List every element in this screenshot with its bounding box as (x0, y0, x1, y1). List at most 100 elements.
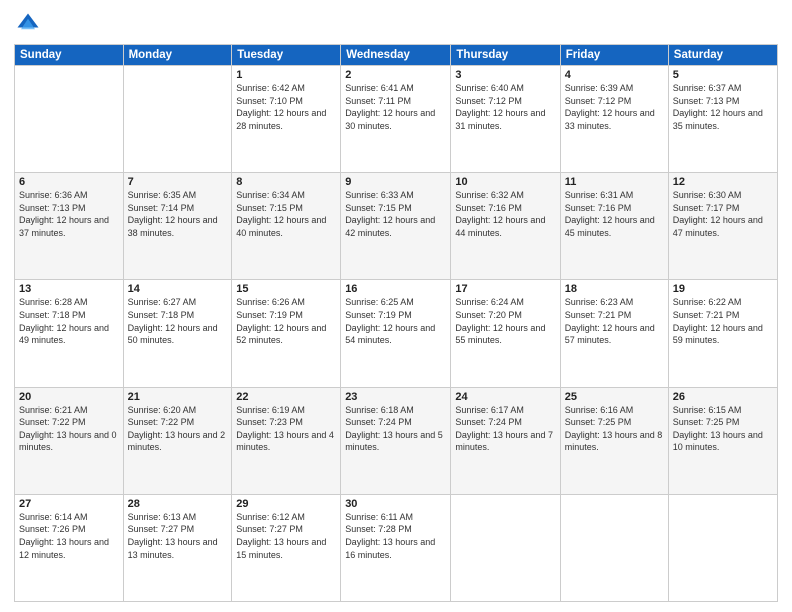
day-cell: 6Sunrise: 6:36 AM Sunset: 7:13 PM Daylig… (15, 173, 124, 280)
day-cell: 5Sunrise: 6:37 AM Sunset: 7:13 PM Daylig… (668, 66, 777, 173)
day-header-sunday: Sunday (15, 45, 124, 66)
day-number: 19 (673, 283, 773, 295)
day-cell: 25Sunrise: 6:16 AM Sunset: 7:25 PM Dayli… (560, 387, 668, 494)
day-cell: 27Sunrise: 6:14 AM Sunset: 7:26 PM Dayli… (15, 494, 124, 601)
day-cell: 12Sunrise: 6:30 AM Sunset: 7:17 PM Dayli… (668, 173, 777, 280)
day-header-friday: Friday (560, 45, 668, 66)
day-number: 27 (19, 498, 119, 510)
calendar-table: SundayMondayTuesdayWednesdayThursdayFrid… (14, 44, 778, 602)
day-number: 23 (345, 391, 446, 403)
day-detail: Sunrise: 6:30 AM Sunset: 7:17 PM Dayligh… (673, 189, 773, 239)
day-number: 11 (565, 176, 664, 188)
day-cell: 26Sunrise: 6:15 AM Sunset: 7:25 PM Dayli… (668, 387, 777, 494)
day-header-tuesday: Tuesday (232, 45, 341, 66)
day-detail: Sunrise: 6:32 AM Sunset: 7:16 PM Dayligh… (455, 189, 555, 239)
day-cell: 18Sunrise: 6:23 AM Sunset: 7:21 PM Dayli… (560, 280, 668, 387)
calendar-header: SundayMondayTuesdayWednesdayThursdayFrid… (15, 45, 778, 66)
day-detail: Sunrise: 6:36 AM Sunset: 7:13 PM Dayligh… (19, 189, 119, 239)
day-header-wednesday: Wednesday (341, 45, 451, 66)
day-number: 22 (236, 391, 336, 403)
day-detail: Sunrise: 6:27 AM Sunset: 7:18 PM Dayligh… (128, 296, 228, 346)
day-cell: 4Sunrise: 6:39 AM Sunset: 7:12 PM Daylig… (560, 66, 668, 173)
day-number: 25 (565, 391, 664, 403)
day-detail: Sunrise: 6:23 AM Sunset: 7:21 PM Dayligh… (565, 296, 664, 346)
day-detail: Sunrise: 6:22 AM Sunset: 7:21 PM Dayligh… (673, 296, 773, 346)
day-detail: Sunrise: 6:37 AM Sunset: 7:13 PM Dayligh… (673, 82, 773, 132)
day-number: 29 (236, 498, 336, 510)
day-detail: Sunrise: 6:18 AM Sunset: 7:24 PM Dayligh… (345, 404, 446, 454)
day-number: 28 (128, 498, 228, 510)
day-cell: 2Sunrise: 6:41 AM Sunset: 7:11 PM Daylig… (341, 66, 451, 173)
day-number: 5 (673, 69, 773, 81)
day-cell: 14Sunrise: 6:27 AM Sunset: 7:18 PM Dayli… (123, 280, 232, 387)
day-detail: Sunrise: 6:40 AM Sunset: 7:12 PM Dayligh… (455, 82, 555, 132)
day-number: 9 (345, 176, 446, 188)
logo-icon (14, 10, 42, 38)
day-number: 10 (455, 176, 555, 188)
day-cell: 1Sunrise: 6:42 AM Sunset: 7:10 PM Daylig… (232, 66, 341, 173)
day-cell: 22Sunrise: 6:19 AM Sunset: 7:23 PM Dayli… (232, 387, 341, 494)
day-detail: Sunrise: 6:13 AM Sunset: 7:27 PM Dayligh… (128, 511, 228, 561)
day-cell: 7Sunrise: 6:35 AM Sunset: 7:14 PM Daylig… (123, 173, 232, 280)
week-row-4: 27Sunrise: 6:14 AM Sunset: 7:26 PM Dayli… (15, 494, 778, 601)
day-detail: Sunrise: 6:34 AM Sunset: 7:15 PM Dayligh… (236, 189, 336, 239)
day-detail: Sunrise: 6:31 AM Sunset: 7:16 PM Dayligh… (565, 189, 664, 239)
day-number: 13 (19, 283, 119, 295)
day-number: 18 (565, 283, 664, 295)
week-row-1: 6Sunrise: 6:36 AM Sunset: 7:13 PM Daylig… (15, 173, 778, 280)
calendar-body: 1Sunrise: 6:42 AM Sunset: 7:10 PM Daylig… (15, 66, 778, 602)
week-row-0: 1Sunrise: 6:42 AM Sunset: 7:10 PM Daylig… (15, 66, 778, 173)
day-number: 16 (345, 283, 446, 295)
day-number: 3 (455, 69, 555, 81)
day-number: 17 (455, 283, 555, 295)
week-row-3: 20Sunrise: 6:21 AM Sunset: 7:22 PM Dayli… (15, 387, 778, 494)
day-number: 1 (236, 69, 336, 81)
day-cell (123, 66, 232, 173)
header (14, 10, 778, 38)
day-cell (451, 494, 560, 601)
day-number: 8 (236, 176, 336, 188)
day-cell (15, 66, 124, 173)
day-detail: Sunrise: 6:17 AM Sunset: 7:24 PM Dayligh… (455, 404, 555, 454)
day-cell: 21Sunrise: 6:20 AM Sunset: 7:22 PM Dayli… (123, 387, 232, 494)
day-number: 26 (673, 391, 773, 403)
day-cell: 16Sunrise: 6:25 AM Sunset: 7:19 PM Dayli… (341, 280, 451, 387)
day-cell: 19Sunrise: 6:22 AM Sunset: 7:21 PM Dayli… (668, 280, 777, 387)
day-number: 12 (673, 176, 773, 188)
day-cell: 23Sunrise: 6:18 AM Sunset: 7:24 PM Dayli… (341, 387, 451, 494)
day-cell: 10Sunrise: 6:32 AM Sunset: 7:16 PM Dayli… (451, 173, 560, 280)
day-header-thursday: Thursday (451, 45, 560, 66)
day-detail: Sunrise: 6:21 AM Sunset: 7:22 PM Dayligh… (19, 404, 119, 454)
week-row-2: 13Sunrise: 6:28 AM Sunset: 7:18 PM Dayli… (15, 280, 778, 387)
header-row: SundayMondayTuesdayWednesdayThursdayFrid… (15, 45, 778, 66)
day-cell: 9Sunrise: 6:33 AM Sunset: 7:15 PM Daylig… (341, 173, 451, 280)
day-detail: Sunrise: 6:11 AM Sunset: 7:28 PM Dayligh… (345, 511, 446, 561)
day-cell: 3Sunrise: 6:40 AM Sunset: 7:12 PM Daylig… (451, 66, 560, 173)
day-cell: 29Sunrise: 6:12 AM Sunset: 7:27 PM Dayli… (232, 494, 341, 601)
day-cell: 15Sunrise: 6:26 AM Sunset: 7:19 PM Dayli… (232, 280, 341, 387)
day-detail: Sunrise: 6:42 AM Sunset: 7:10 PM Dayligh… (236, 82, 336, 132)
day-cell: 30Sunrise: 6:11 AM Sunset: 7:28 PM Dayli… (341, 494, 451, 601)
day-number: 14 (128, 283, 228, 295)
day-cell: 13Sunrise: 6:28 AM Sunset: 7:18 PM Dayli… (15, 280, 124, 387)
day-cell (668, 494, 777, 601)
day-detail: Sunrise: 6:19 AM Sunset: 7:23 PM Dayligh… (236, 404, 336, 454)
day-detail: Sunrise: 6:35 AM Sunset: 7:14 PM Dayligh… (128, 189, 228, 239)
day-cell: 20Sunrise: 6:21 AM Sunset: 7:22 PM Dayli… (15, 387, 124, 494)
day-detail: Sunrise: 6:20 AM Sunset: 7:22 PM Dayligh… (128, 404, 228, 454)
day-cell: 28Sunrise: 6:13 AM Sunset: 7:27 PM Dayli… (123, 494, 232, 601)
day-number: 15 (236, 283, 336, 295)
day-header-saturday: Saturday (668, 45, 777, 66)
page: SundayMondayTuesdayWednesdayThursdayFrid… (0, 0, 792, 612)
day-detail: Sunrise: 6:26 AM Sunset: 7:19 PM Dayligh… (236, 296, 336, 346)
day-detail: Sunrise: 6:33 AM Sunset: 7:15 PM Dayligh… (345, 189, 446, 239)
day-number: 6 (19, 176, 119, 188)
day-detail: Sunrise: 6:39 AM Sunset: 7:12 PM Dayligh… (565, 82, 664, 132)
logo (14, 10, 46, 38)
day-detail: Sunrise: 6:24 AM Sunset: 7:20 PM Dayligh… (455, 296, 555, 346)
day-number: 7 (128, 176, 228, 188)
day-number: 24 (455, 391, 555, 403)
day-detail: Sunrise: 6:41 AM Sunset: 7:11 PM Dayligh… (345, 82, 446, 132)
day-cell: 11Sunrise: 6:31 AM Sunset: 7:16 PM Dayli… (560, 173, 668, 280)
day-cell: 8Sunrise: 6:34 AM Sunset: 7:15 PM Daylig… (232, 173, 341, 280)
